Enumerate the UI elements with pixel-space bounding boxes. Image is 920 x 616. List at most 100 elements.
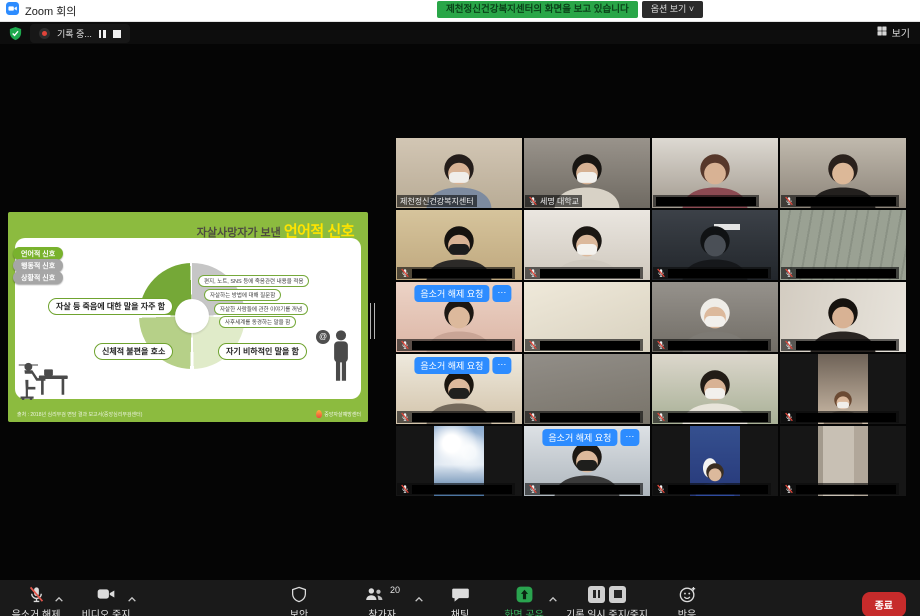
participant-name-chip: 제천정신건강복지센터	[397, 195, 477, 207]
video-tile[interactable]	[780, 354, 906, 424]
ask-to-unmute-button[interactable]: 음소거 해제 요청	[414, 285, 489, 302]
muted-mic-icon	[656, 340, 666, 350]
share-icon	[515, 584, 534, 604]
video-tile[interactable]: 제천정신건강복지센터	[396, 138, 522, 208]
ask-to-unmute-button[interactable]: 음소거 해제 요청	[414, 357, 489, 374]
redacted-name	[796, 341, 896, 350]
muted-mic-icon	[528, 484, 538, 494]
muted-mic-icon	[400, 268, 410, 278]
toolbar-label: 참가자	[368, 606, 396, 616]
standing-person-icon	[330, 328, 352, 389]
redacted-name	[412, 341, 512, 350]
video-tile[interactable]	[652, 354, 778, 424]
muted-mic-icon	[656, 268, 666, 278]
stop-recording-icon[interactable]	[113, 30, 121, 38]
video-tile[interactable]	[524, 282, 650, 352]
redacted-name	[656, 197, 756, 206]
participant-name: 제천정신건강복지센터	[400, 196, 474, 207]
participant-name-chip	[653, 267, 771, 279]
toolbar-security-button[interactable]: 보안	[259, 584, 339, 616]
chat-icon	[451, 584, 470, 604]
toolbar-label: 비디오 중지	[82, 606, 131, 616]
more-options-button[interactable]: ⋯	[620, 429, 639, 446]
participant-count-badge: 20	[390, 585, 400, 595]
pause-recording-icon[interactable]	[99, 30, 106, 38]
chevron-up-icon[interactable]	[54, 590, 64, 608]
meeting-header: 기록 중... 보기	[0, 22, 920, 44]
participant-name: 세명 대학교	[540, 196, 579, 207]
participant-name-chip	[781, 411, 899, 423]
view-button[interactable]: 보기	[876, 25, 910, 40]
recording-label: 기록 중...	[57, 27, 92, 40]
stop-recording-button[interactable]	[609, 586, 626, 603]
participant-name-chip	[781, 483, 899, 495]
view-button-label: 보기	[892, 25, 910, 40]
slide-sub-point: 사후세계를 동경하는 말을 함	[219, 316, 296, 328]
unmute-request: 음소거 해제 요청⋯	[414, 357, 511, 374]
redacted-name	[796, 485, 896, 494]
resize-handle[interactable]	[370, 303, 375, 339]
participant-name-chip	[525, 411, 643, 423]
redacted-name	[668, 269, 768, 278]
toolbar-mute-button[interactable]: 음소거 해제	[0, 584, 76, 616]
chevron-up-icon[interactable]	[548, 590, 558, 608]
participant-name-chip	[397, 339, 515, 351]
toolbar-participants-button[interactable]: 20 참가자	[342, 584, 422, 616]
muted-mic-icon	[528, 196, 538, 206]
slide-callout: 자살 등 죽음에 대한 말을 자주 함	[48, 298, 173, 315]
more-options-button[interactable]: ⋯	[492, 285, 511, 302]
video-tile[interactable]: 세명 대학교	[524, 138, 650, 208]
unmute-request: 음소거 해제 요청⋯	[414, 285, 511, 302]
video-tile[interactable]	[652, 282, 778, 352]
muted-mic-icon	[656, 484, 666, 494]
video-tile[interactable]	[652, 210, 778, 280]
video-tile[interactable]: 음소거 해제 요청⋯	[396, 282, 522, 352]
meeting-toolbar: 종료 음소거 해제비디오 중지보안20참가자채팅화면 공유기록 일시 중지/중지…	[0, 580, 920, 616]
toolbar-label: 보안	[290, 606, 308, 616]
participant-name-chip	[525, 339, 643, 351]
ask-to-unmute-button[interactable]: 음소거 해제 요청	[542, 429, 617, 446]
more-options-button[interactable]: ⋯	[492, 357, 511, 374]
logo-flame-icon	[316, 410, 322, 418]
muted-mic-icon	[784, 340, 794, 350]
slide-sub-point: 편지, 노트, SNS 등에 죽음관련 내용을 적음	[198, 275, 309, 287]
participants-icon: 20	[364, 584, 400, 604]
video-icon	[96, 584, 116, 604]
slide-tab-2: 상황적 신호	[13, 271, 63, 284]
participant-name-chip	[397, 483, 515, 495]
video-tile[interactable]	[524, 210, 650, 280]
gallery-grid-icon	[876, 25, 888, 40]
video-tile[interactable]	[780, 210, 906, 280]
muted-mic-icon	[784, 412, 794, 422]
reactions-icon	[678, 584, 697, 604]
view-options-button[interactable]: 옵션 보기 ˅	[642, 1, 703, 18]
zoom-meeting-window: Zoom 회의 제천정신건강복지센터의 화면을 보고 있습니다 옵션 보기 ˅ …	[0, 0, 920, 616]
muted-mic-icon	[528, 340, 538, 350]
video-tile[interactable]: 음소거 해제 요청⋯	[524, 426, 650, 496]
pause-recording-button[interactable]	[588, 586, 605, 603]
muted-mic-icon	[784, 196, 794, 206]
muted-mic-icon	[656, 412, 666, 422]
video-tile[interactable]	[396, 426, 522, 496]
video-tile[interactable]	[652, 138, 778, 208]
share-banner-message: 제천정신건강복지센터의 화면을 보고 있습니다	[437, 1, 638, 18]
participant-name-chip	[781, 339, 899, 351]
leave-meeting-button[interactable]: 종료	[862, 592, 906, 616]
presentation-slide: 자살사망자가 보낸 언어적 신호 언어적 신호행동적 신호상황적 신호 자살 등…	[8, 212, 368, 422]
unmute-request: 음소거 해제 요청⋯	[542, 429, 639, 446]
video-tile[interactable]	[780, 282, 906, 352]
chevron-up-icon[interactable]	[127, 590, 137, 608]
participant-name-chip	[653, 339, 771, 351]
video-tile[interactable]: 음소거 해제 요청⋯	[396, 354, 522, 424]
muted-mic-icon	[528, 412, 538, 422]
video-tile[interactable]	[396, 210, 522, 280]
video-tile[interactable]	[652, 426, 778, 496]
video-tile[interactable]	[780, 426, 906, 496]
toolbar-label: 기록 일시 중지/중지	[566, 606, 648, 616]
toolbar-record-button[interactable]: 기록 일시 중지/중지	[567, 584, 647, 616]
video-tile[interactable]	[524, 354, 650, 424]
redacted-name	[412, 413, 512, 422]
toolbar-reactions-button[interactable]: 반응	[647, 584, 727, 616]
video-tile[interactable]	[780, 138, 906, 208]
toolbar-label: 반응	[678, 606, 696, 616]
